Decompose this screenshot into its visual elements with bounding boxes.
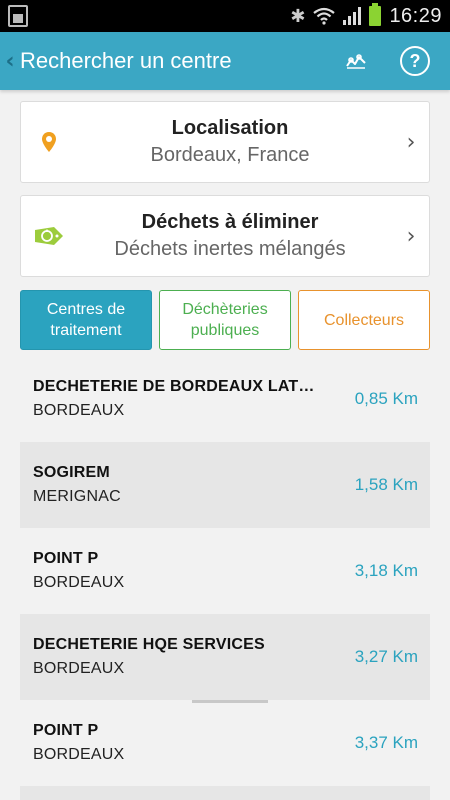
center-distance: 3,37 Km [354, 733, 418, 752]
center-name: DECHETERIE DE BORDEAUX LATU… [33, 378, 323, 395]
list-item[interactable]: DECHETERIE HQE SERVICES BORDEAUX 3,27 Km [20, 614, 430, 700]
waste-card[interactable]: Déchets à éliminer Déchets inertes mélan… [20, 195, 430, 277]
scroll-indicator [192, 700, 268, 703]
waste-title: Déchets à éliminer [141, 211, 319, 233]
chevron-right-icon: › [406, 223, 416, 249]
location-card[interactable]: Localisation Bordeaux, France › [20, 101, 430, 183]
signal-icon [343, 7, 362, 25]
page-title[interactable]: Rechercher un centre [20, 48, 336, 74]
center-distance: 3,18 Km [354, 561, 418, 580]
waste-value: Déchets inertes mélangés [114, 238, 346, 260]
sim-icon [8, 5, 28, 27]
center-name: DECHETERIE HQE SERVICES [33, 636, 265, 653]
help-button[interactable]: ? [400, 46, 430, 76]
recycle-icon [35, 227, 63, 245]
status-bar: ✱ 16:29 [0, 0, 450, 32]
center-city: BORDEAUX [33, 402, 125, 419]
center-distance: 3,27 Km [354, 647, 418, 666]
center-distance: 0,85 Km [354, 389, 418, 408]
bluetooth-icon: ✱ [290, 5, 306, 27]
map-icon [346, 54, 366, 69]
clock: 16:29 [389, 4, 442, 27]
tab-centres-de-traitement[interactable]: Centres de traitement [20, 290, 152, 350]
location-pin-icon [42, 132, 56, 152]
map-button[interactable] [336, 41, 376, 81]
back-chevron-icon[interactable]: ‹ [0, 49, 20, 74]
center-city: BORDEAUX [33, 746, 125, 763]
list-item[interactable]: SOGIREM MERIGNAC 1,58 Km [20, 442, 430, 528]
category-tabs: Centres de traitement Déchèteries publiq… [20, 290, 430, 350]
center-name: POINT P [33, 550, 99, 567]
list-item[interactable]: DECHETERIE DE BORDEAUX LATU… BORDEAUX 0,… [20, 356, 430, 442]
location-title: Localisation [171, 117, 289, 139]
tab-decheteries-publiques[interactable]: Déchèteries publiques [159, 290, 291, 350]
battery-icon [369, 3, 382, 26]
tab-collecteurs[interactable]: Collecteurs [298, 290, 430, 350]
center-city: MERIGNAC [33, 488, 121, 505]
help-icon: ? [409, 50, 421, 71]
list-item[interactable]: POINT P BORDEAUX 3,18 Km [20, 528, 430, 614]
app-bar: ‹ Rechercher un centre ? [0, 32, 450, 90]
list-item[interactable] [20, 786, 430, 800]
center-name: POINT P [33, 722, 99, 739]
location-value: Bordeaux, France [150, 144, 310, 166]
centers-list: DECHETERIE DE BORDEAUX LATU… BORDEAUX 0,… [20, 356, 430, 800]
wifi-icon [313, 7, 336, 25]
center-name: SOGIREM [33, 464, 110, 481]
center-city: BORDEAUX [33, 574, 125, 591]
chevron-right-icon: › [406, 129, 416, 155]
list-item[interactable]: POINT P BORDEAUX 3,37 Km [20, 700, 430, 786]
center-city: BORDEAUX [33, 660, 125, 677]
center-distance: 1,58 Km [354, 475, 418, 494]
